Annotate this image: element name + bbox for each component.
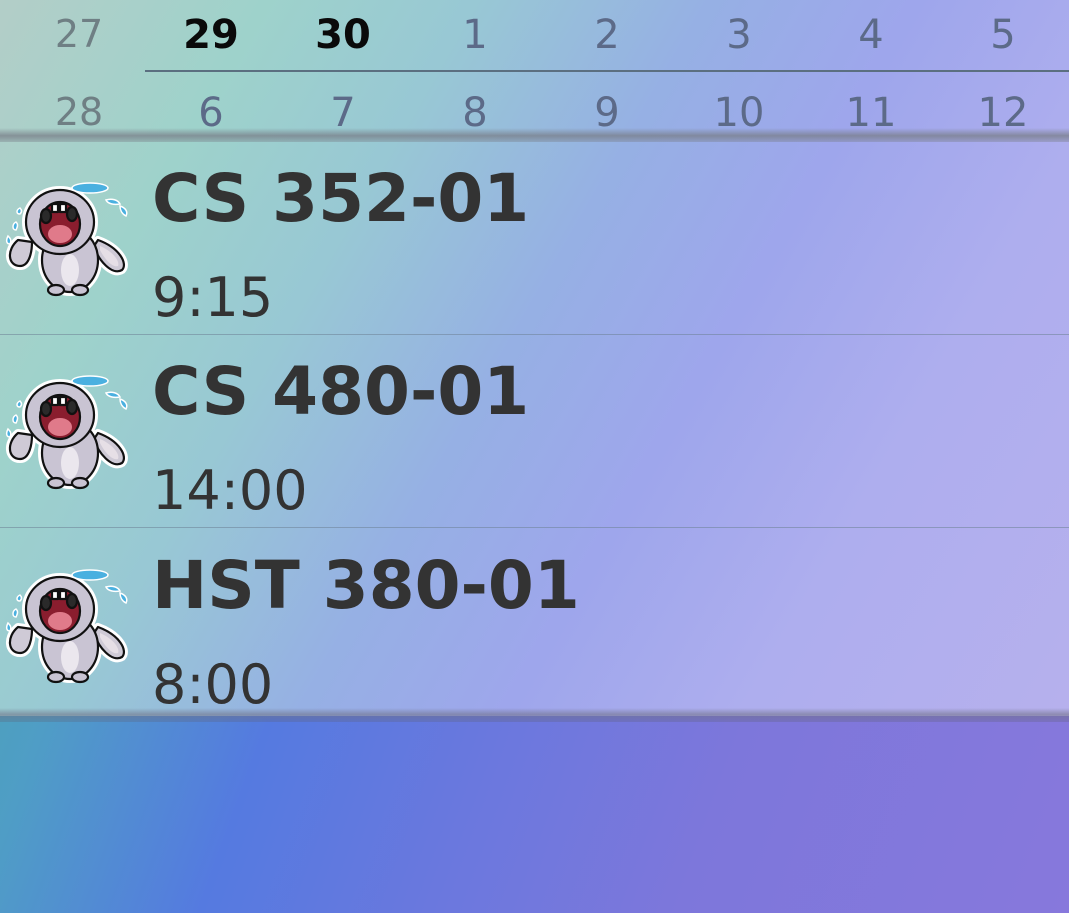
- course-title: CS 352-01: [152, 160, 530, 237]
- crying-bunny-icon: [5, 569, 128, 684]
- calendar-day[interactable]: 4: [805, 12, 937, 58]
- calendar-day[interactable]: 30: [277, 12, 409, 58]
- course-title: CS 480-01: [152, 353, 530, 430]
- calendar-strip: 27 28 29 30 1 2 3 4 5 6 7 8 9 10 11 12: [0, 0, 1069, 136]
- list-divider: [0, 527, 1069, 528]
- main-panel: 27 28 29 30 1 2 3 4 5 6 7 8 9 10 11 12 C…: [0, 0, 1069, 716]
- course-time: 8:00: [152, 653, 274, 716]
- course-item[interactable]: CS 480-01 14:00: [0, 335, 1069, 528]
- calendar-day[interactable]: 3: [673, 12, 805, 58]
- crying-bunny-icon: [5, 182, 128, 297]
- calendar-day[interactable]: 2: [541, 12, 673, 58]
- panel-shadow: [0, 708, 1069, 722]
- course-time: 14:00: [152, 459, 308, 522]
- calendar-day[interactable]: 1: [409, 12, 541, 58]
- course-item[interactable]: CS 352-01 9:15: [0, 142, 1069, 335]
- week-number: 27: [54, 12, 104, 56]
- calendar-day[interactable]: 5: [937, 12, 1069, 58]
- crying-bunny-icon: [5, 375, 128, 490]
- calendar-shadow: [0, 128, 1069, 142]
- calendar-divider: [145, 70, 1069, 72]
- course-title: HST 380-01: [152, 547, 580, 624]
- calendar-day[interactable]: 29: [145, 12, 277, 58]
- course-time: 9:15: [152, 266, 274, 329]
- course-item[interactable]: HST 380-01 8:00: [0, 529, 1069, 716]
